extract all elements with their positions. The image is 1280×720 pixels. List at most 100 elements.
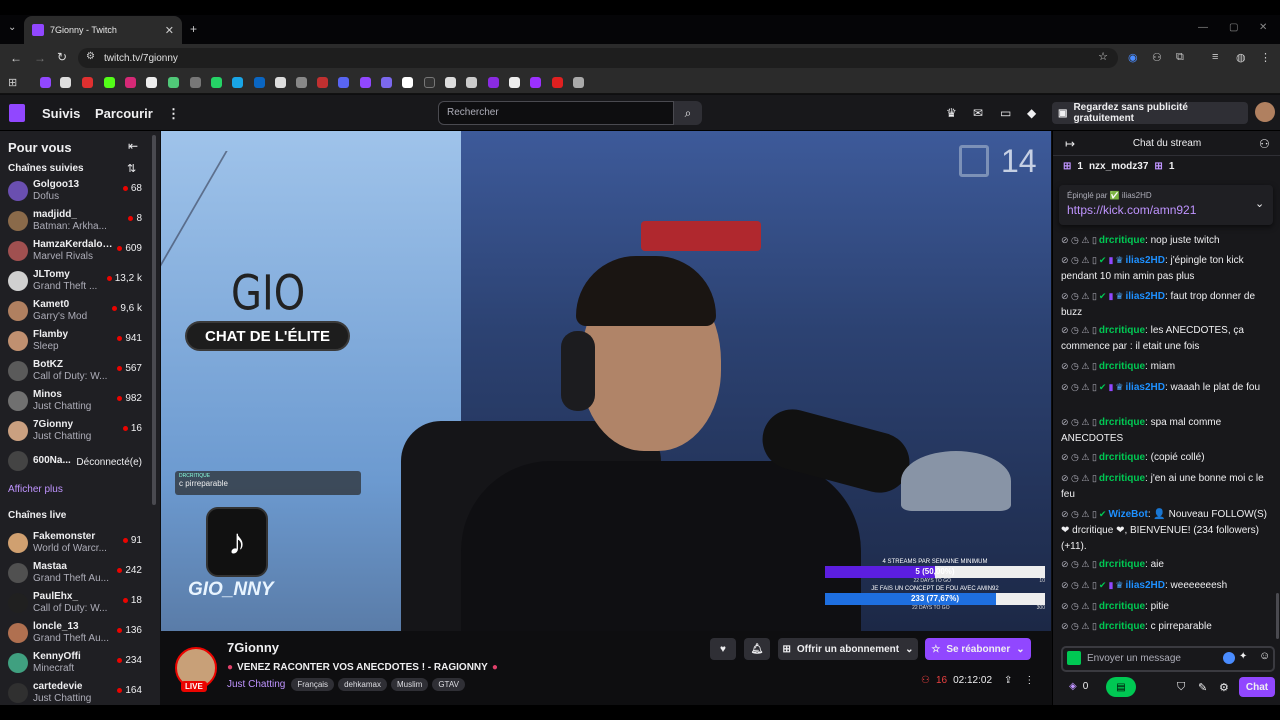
video-player[interactable]: GIO CHAT DE L'ÉLITE 14 DRCRITIQUE c pirr… (161, 131, 1051, 631)
mod-action-icons[interactable]: ⊘ ◷ ⚠ ▯ (1061, 288, 1097, 304)
chat-message[interactable]: ⊘ ◷ ⚠ ▯ ✔ ▮ ♛ ilias2HD: waaah le plat de fou (1061, 379, 1271, 396)
chat-message[interactable]: ⊘ ◷ ⚠ ▯ drcritique: spa mal comme ANECDOT… (1061, 414, 1271, 447)
chat-username[interactable]: drcritique (1099, 452, 1145, 463)
tab-list-icon[interactable]: ⌄ (8, 22, 16, 33)
chat-username[interactable]: ilias2HD (1126, 382, 1165, 393)
extension-icon[interactable]: ◉ (1128, 51, 1138, 64)
extensions-puzzle-icon[interactable]: ⧉ (1176, 51, 1184, 64)
sidebar-channel-item[interactable]: madjidd_ Batman: Arkha... 8 (0, 207, 150, 237)
chat-username[interactable]: ilias2HD (1126, 255, 1165, 266)
settings-icon[interactable]: ⚙ (1219, 681, 1229, 694)
follow-heart-button[interactable]: ♥ (710, 638, 736, 660)
bookmark-icon[interactable] (296, 77, 307, 88)
sidebar-channel-item[interactable]: Fakemonster World of Warcr... 91 (0, 529, 150, 559)
bookmark-tiktok-icon[interactable] (146, 77, 157, 88)
bookmark-linkedin-icon[interactable] (254, 77, 265, 88)
bookmark-twitch-icon[interactable] (40, 77, 51, 88)
crown-prime-icon[interactable]: ♛ (946, 106, 957, 120)
mod-action-icons[interactable]: ⊘ ◷ ⚠ ▯ (1061, 414, 1097, 430)
stream-tag[interactable]: GTAV (432, 678, 465, 691)
reading-list-icon[interactable]: ≡ (1212, 51, 1218, 63)
notifications-button[interactable]: 🔔︎ (744, 638, 770, 660)
chat-message[interactable]: ⊘ ◷ ⚠ ▯ drcritique: j'en ai une bonne moi… (1061, 470, 1271, 503)
bookmark-x-icon[interactable] (60, 77, 71, 88)
sidebar-channel-item[interactable]: JLTomy Grand Theft ... 13,2 k (0, 267, 150, 297)
bookmark-icon[interactable] (424, 77, 435, 88)
checkmark-badge-icon[interactable] (1067, 651, 1081, 665)
more-options-icon[interactable]: ⋮ (1024, 675, 1034, 686)
chat-username[interactable]: drcritique (1099, 621, 1145, 632)
extension-icon[interactable]: ⚇ (1152, 51, 1162, 64)
bookmark-icon[interactable] (317, 77, 328, 88)
profile-icon[interactable]: ◍ (1236, 51, 1246, 64)
mod-action-icons[interactable]: ⊘ ◷ ⚠ ▯ (1061, 618, 1097, 634)
sidebar-channel-item[interactable]: 600Na... Déconnecté(e) (0, 447, 150, 477)
bits-icon[interactable]: ◆ (1027, 106, 1036, 120)
chat-message[interactable]: ⊘ ◷ ⚠ ▯ ✔ ▮ ♛ ilias2HD: j'épingle ton kick p… (1061, 252, 1271, 285)
user-avatar[interactable] (1255, 102, 1275, 122)
sidebar-channel-item[interactable]: Kamet0 Garry's Mod 9,6 k (0, 297, 150, 327)
stream-tag[interactable]: dehkamax (338, 678, 387, 691)
chat-username[interactable]: WizeBot (1108, 509, 1147, 520)
top-gifter-name[interactable]: nzx_modz37 (1089, 161, 1148, 172)
close-tab-icon[interactable]: ✕ (165, 24, 174, 37)
sidebar-channel-item[interactable]: Golgoo13 Dofus 68 (0, 177, 150, 207)
chat-message[interactable]: ⊘ ◷ ⚠ ▯ drcritique: nop juste twitch (1061, 232, 1271, 249)
bookmark-icon[interactable] (168, 77, 179, 88)
sidebar-channel-item[interactable]: BotKZ Call of Duty: W... 567 (0, 357, 150, 387)
bookmark-icon[interactable] (445, 77, 456, 88)
stream-tag[interactable]: Muslim (390, 678, 429, 691)
bookmark-instagram-icon[interactable] (125, 77, 136, 88)
mod-action-icons[interactable]: ⊘ ◷ ⚠ ▯ (1061, 379, 1097, 395)
sort-icon[interactable]: ⇅ (127, 162, 136, 175)
inbox-icon[interactable]: ✉ (973, 106, 983, 120)
category-link[interactable]: Just Chatting (227, 679, 285, 690)
chat-username[interactable]: drcritique (1099, 473, 1145, 484)
bookmark-icon[interactable] (402, 77, 413, 88)
close-window-icon[interactable]: ✕ (1259, 22, 1267, 33)
nav-more-icon[interactable]: ⋮ (167, 106, 180, 122)
nav-following-link[interactable]: Suivis (42, 106, 80, 121)
chat-message[interactable]: ⊘ ◷ ⚠ ▯ drcritique: les ANECDOTES, ça com… (1061, 322, 1271, 355)
apps-grid-icon[interactable]: ⊞ (8, 76, 17, 89)
shield-icon[interactable]: ⛉ (1177, 681, 1185, 694)
chat-message[interactable]: ⊘ ◷ ⚠ ▯ drcritique: pitie (1061, 598, 1271, 615)
adfree-button[interactable]: ▣ Regardez sans publicité gratuitement (1052, 102, 1248, 124)
community-icon[interactable]: ⚇ (1259, 137, 1270, 151)
chat-send-button[interactable]: Chat (1239, 677, 1275, 697)
stream-tag[interactable]: Français (291, 678, 335, 691)
mod-action-icons[interactable]: ⊘ ◷ ⚠ ▯ (1061, 598, 1097, 614)
maximize-icon[interactable]: ▢ (1229, 22, 1238, 33)
bookmark-youtube-icon[interactable] (82, 77, 93, 88)
sidebar-channel-item[interactable]: HamzaKerdaloco Marvel Rivals 609 (0, 237, 150, 267)
pencil-icon[interactable]: ✎ (1198, 681, 1207, 694)
chat-username[interactable]: drcritique (1099, 417, 1145, 428)
mod-action-icons[interactable]: ⊘ ◷ ⚠ ▯ (1061, 449, 1097, 465)
emote-picker-icon[interactable]: ☺ (1259, 650, 1270, 662)
chat-username[interactable]: drcritique (1099, 361, 1145, 372)
mod-action-icons[interactable]: ⊘ ◷ ⚠ ▯ (1061, 506, 1097, 522)
bookmark-icon[interactable] (232, 77, 243, 88)
sidebar-scrollbar[interactable] (152, 135, 156, 505)
chat-message[interactable]: ⊘ ◷ ⚠ ▯ drcritique: aie (1061, 556, 1271, 573)
channel-points-icon[interactable]: ◈ (1069, 681, 1077, 692)
chat-message[interactable]: ⊘ ◷ ⚠ ▯ drcritique: c pirreparable (1061, 618, 1271, 635)
chat-message[interactable]: ⊘ ◷ ⚠ ▯ ✔ ▮ ♛ ilias2HD: weeeeeeesh (1061, 577, 1271, 594)
chat-username[interactable]: drcritique (1099, 601, 1145, 612)
chat-message[interactable]: ⊘ ◷ ⚠ ▯ drcritique: miam (1061, 358, 1271, 375)
mod-action-icons[interactable]: ⊘ ◷ ⚠ ▯ (1061, 322, 1097, 338)
bookmark-star-icon[interactable]: ☆ (1098, 50, 1108, 63)
reload-icon[interactable]: ↻ (57, 50, 67, 64)
browser-tab[interactable]: 7Gionny - Twitch ✕ (24, 16, 182, 44)
bookmark-icon[interactable] (338, 77, 349, 88)
mod-action-icons[interactable]: ⊘ ◷ ⚠ ▯ (1061, 470, 1097, 486)
chat-message[interactable]: ⊘ ◷ ⚠ ▯ ✔ ▮ ♛ ilias2HD: faut trop donner de … (1061, 288, 1271, 321)
back-icon[interactable]: ← (10, 51, 22, 65)
browser-menu-icon[interactable]: ⋮ (1260, 51, 1271, 64)
search-input[interactable]: Rechercher (438, 101, 674, 125)
new-tab-icon[interactable]: + (190, 22, 197, 36)
verified-icon[interactable] (1223, 652, 1235, 664)
show-more-link[interactable]: Afficher plus (8, 484, 63, 495)
sidebar-channel-item[interactable]: Flamby Sleep 941 (0, 327, 150, 357)
mod-action-icons[interactable]: ⊘ ◷ ⚠ ▯ (1061, 232, 1097, 248)
